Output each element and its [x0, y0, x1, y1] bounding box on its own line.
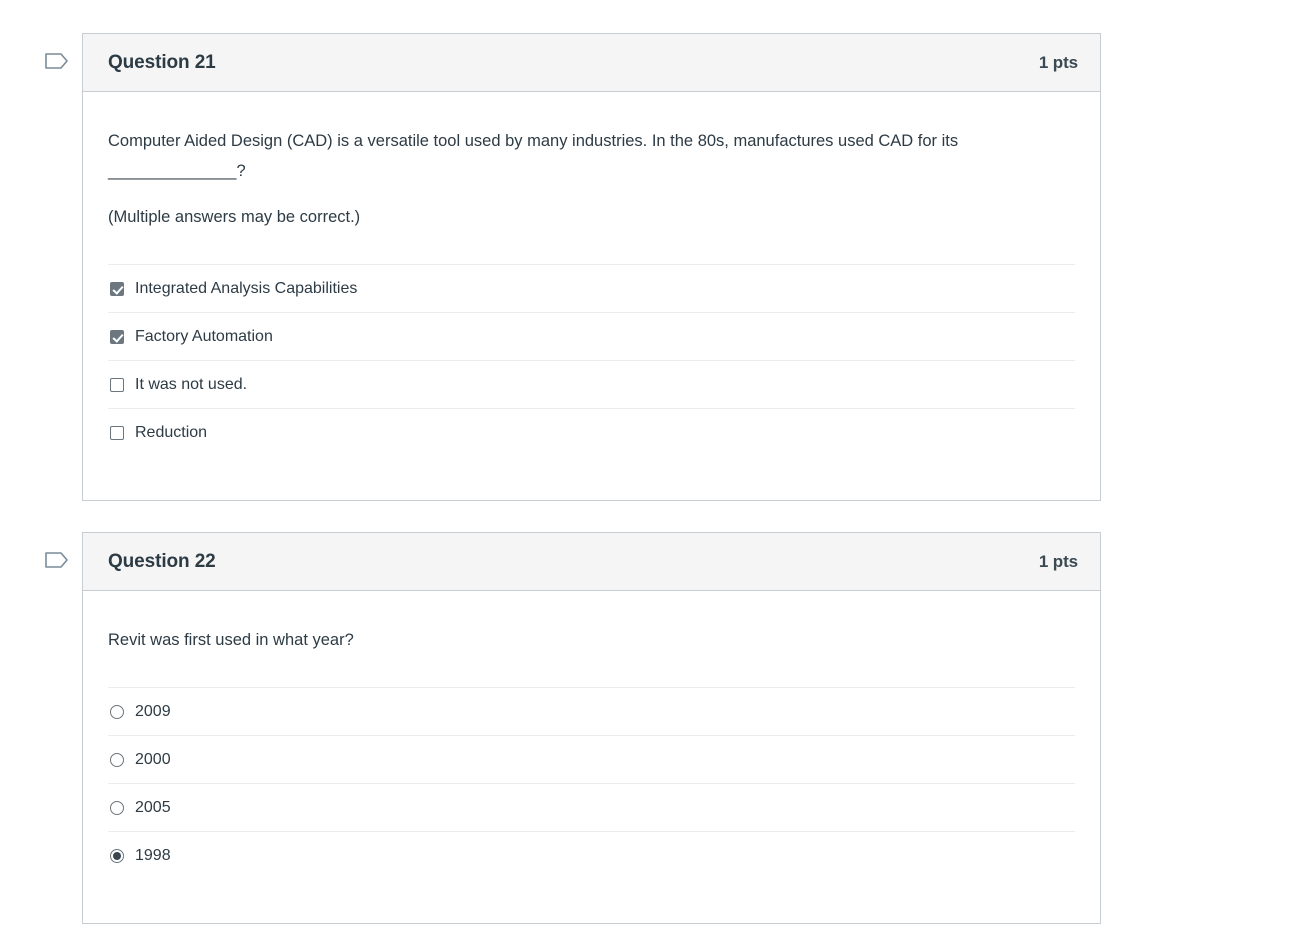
answer-option-label: Integrated Analysis Capabilities	[135, 279, 358, 297]
quiz-question-list: Question 21 1 pts Computer Aided Design …	[0, 0, 1307, 932]
answer-option-label: It was not used.	[135, 375, 248, 393]
answer-list-22: 2009 2000 2005 1998	[108, 687, 1075, 923]
answer-option-label: 2000	[135, 750, 171, 768]
question-prompt-line: Computer Aided Design (CAD) is a versati…	[108, 132, 959, 180]
question-body-22: Revit was first used in what year? 2009 …	[83, 591, 1100, 923]
question-points-22: 1 pts	[1038, 551, 1078, 571]
radio-icon[interactable]	[110, 704, 124, 719]
answer-list-21: Integrated Analysis Capabilities Factory…	[108, 264, 1075, 500]
question-flag-gutter-21	[0, 33, 82, 74]
radio-icon[interactable]	[110, 752, 124, 767]
answer-option-row[interactable]: It was not used.	[108, 360, 1075, 408]
question-prompt-line: Revit was first used in what year?	[108, 631, 354, 649]
question-flag-gutter-22	[0, 532, 82, 573]
question-body-21: Computer Aided Design (CAD) is a versati…	[83, 92, 1100, 500]
answer-option-label: Reduction	[135, 423, 208, 441]
question-header-22: Question 22 1 pts	[83, 533, 1100, 591]
answer-option-row[interactable]: Integrated Analysis Capabilities	[108, 264, 1075, 312]
radio-icon[interactable]	[110, 848, 124, 863]
question-title-21: Question 21	[108, 51, 216, 73]
answer-option-label: 2005	[135, 798, 171, 816]
radio-icon[interactable]	[110, 800, 124, 815]
question-prompt-21: Computer Aided Design (CAD) is a versati…	[108, 92, 1068, 232]
answer-option-row[interactable]: 2009	[108, 687, 1075, 735]
flag-outline-icon[interactable]	[44, 547, 70, 573]
question-header-21: Question 21 1 pts	[83, 34, 1100, 92]
answer-option-row[interactable]: 2005	[108, 783, 1075, 831]
answer-option-label: 1998	[135, 846, 171, 864]
question-block-21: Question 21 1 pts Computer Aided Design …	[0, 33, 1307, 501]
answer-option-row[interactable]: 1998	[108, 831, 1075, 879]
question-prompt-note: (Multiple answers may be correct.)	[108, 208, 361, 226]
flag-outline-icon[interactable]	[44, 48, 70, 74]
checkbox-icon[interactable]	[110, 329, 124, 344]
checkbox-icon[interactable]	[110, 425, 124, 440]
answer-option-label: 2009	[135, 702, 171, 720]
question-card-22: Question 22 1 pts Revit was first used i…	[82, 532, 1101, 924]
checkbox-icon[interactable]	[110, 377, 124, 392]
question-block-22: Question 22 1 pts Revit was first used i…	[0, 532, 1307, 924]
answer-option-label: Factory Automation	[135, 327, 273, 345]
question-card-21: Question 21 1 pts Computer Aided Design …	[82, 33, 1101, 501]
checkbox-icon[interactable]	[110, 281, 124, 296]
answer-option-row[interactable]: 2000	[108, 735, 1075, 783]
answer-option-row[interactable]: Factory Automation	[108, 312, 1075, 360]
question-points-21: 1 pts	[1038, 52, 1078, 72]
question-prompt-22: Revit was first used in what year?	[108, 591, 1068, 655]
answer-option-row[interactable]: Reduction	[108, 408, 1075, 456]
question-title-22: Question 22	[108, 550, 216, 572]
